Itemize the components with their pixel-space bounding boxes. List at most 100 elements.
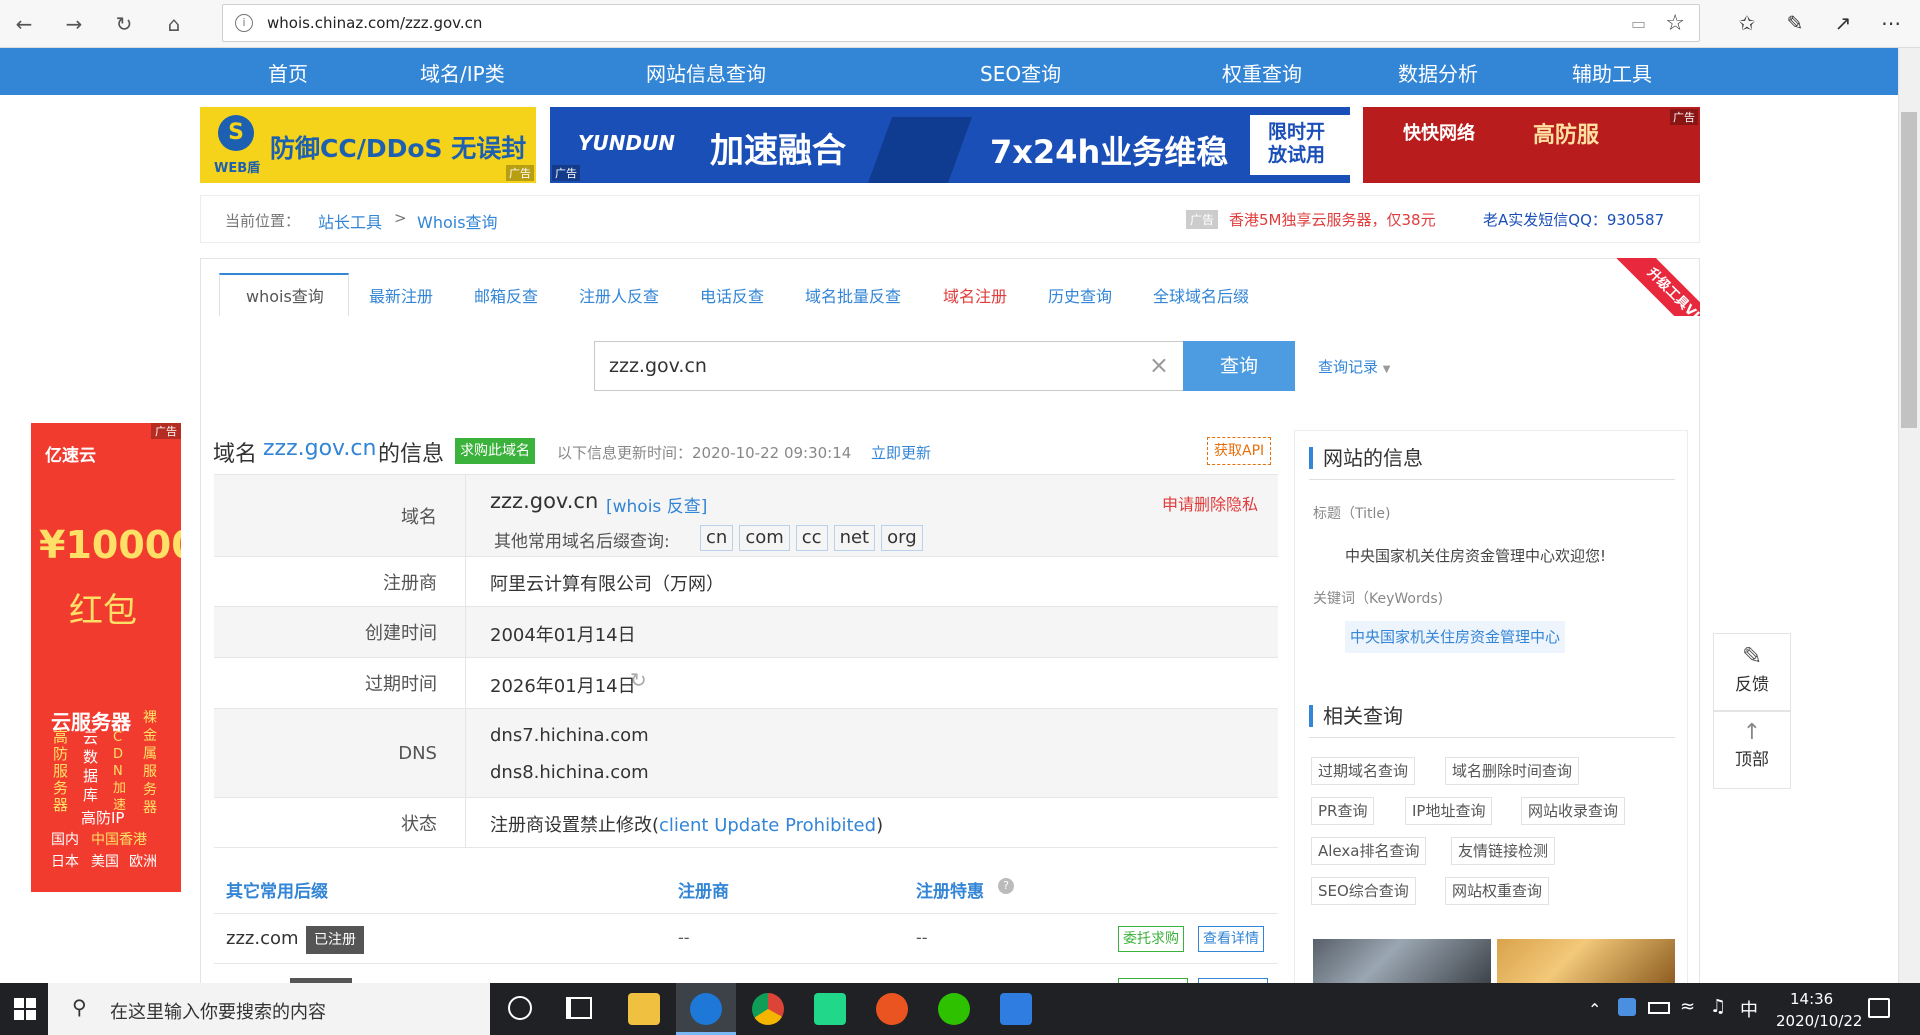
promo-image-office[interactable]	[1313, 939, 1491, 987]
tab-domain-register[interactable]: 域名注册	[943, 283, 1007, 307]
home-icon[interactable]: ⌂	[160, 10, 188, 38]
nav-domain-ip[interactable]: 域名/IP类	[420, 58, 505, 87]
refresh-icon[interactable]: ↻	[630, 668, 647, 692]
promo-image-food[interactable]	[1497, 939, 1675, 987]
refresh-icon[interactable]: ↻	[110, 10, 138, 38]
site-info-icon[interactable]: i	[235, 14, 253, 32]
scrollbar-thumb[interactable]	[1901, 112, 1917, 428]
ime-indicator[interactable]: 中	[1740, 996, 1758, 1022]
chrome-icon[interactable]	[752, 993, 784, 1025]
info-title-domain[interactable]: zzz.gov.cn	[263, 436, 376, 461]
suffix-org[interactable]: org	[881, 525, 923, 551]
share-icon[interactable]: ↗	[1828, 8, 1858, 38]
view-detail-button[interactable]: 查看详情	[1198, 926, 1264, 952]
file-explorer-icon[interactable]	[628, 993, 660, 1025]
taskbar-date[interactable]: 2020/10/22	[1776, 1012, 1862, 1030]
ad-yundun[interactable]: YUNDUN 加速融合 7x24h业务维稳 限时开放试用 广告	[550, 107, 1350, 183]
keyword-chip[interactable]: 中央国家机关住房资金管理中心	[1345, 621, 1566, 653]
tab-batch-reverse[interactable]: 域名批量反查	[805, 283, 901, 307]
nav-tools[interactable]: 辅助工具	[1572, 58, 1652, 87]
domain-search-input[interactable]: zzz.gov.cn ×	[594, 341, 1184, 391]
nav-data-analysis[interactable]: 数据分析	[1398, 58, 1478, 87]
breadcrumb-tools[interactable]: 站长工具	[318, 209, 382, 233]
tray-security-icon[interactable]	[1618, 998, 1636, 1016]
commission-buy-button[interactable]: 委托求购	[1118, 926, 1184, 952]
wechat-icon[interactable]	[938, 993, 970, 1025]
yisuyun-col-a: 高防服务器	[53, 728, 69, 814]
back-to-top-button[interactable]: ↑ 顶部	[1713, 711, 1791, 789]
notes-pen-icon[interactable]: ✎	[1780, 8, 1810, 38]
tab-latest-registered[interactable]: 最新注册	[369, 283, 433, 307]
back-icon[interactable]: ←	[10, 10, 38, 38]
favorites-list-icon[interactable]: ✩	[1732, 8, 1762, 38]
related-delete-time[interactable]: 域名删除时间查询	[1445, 757, 1580, 785]
windows-start-icon[interactable]	[14, 998, 36, 1020]
suffix-com[interactable]: com	[739, 525, 790, 551]
breadcrumb-whois[interactable]: Whois查询	[417, 209, 498, 233]
tab-history[interactable]: 历史查询	[1048, 283, 1112, 307]
tab-global-suffix[interactable]: 全球域名后缀	[1153, 283, 1249, 307]
breadcrumb-prefix: 当前位置：	[225, 212, 301, 230]
yundun-slogan-1: 加速融合	[710, 131, 846, 171]
related-friend-link[interactable]: 友情链接检测	[1451, 837, 1556, 865]
suffix-cn[interactable]: cn	[700, 525, 734, 551]
ubuntu-icon[interactable]	[876, 993, 908, 1025]
webdun-logo-icon: S	[218, 115, 254, 151]
task-view-icon[interactable]	[566, 997, 592, 1019]
taskbar-search[interactable]: ⚲ 在这里输入你要搜索的内容	[48, 983, 490, 1035]
related-weight[interactable]: 网站权重查询	[1445, 877, 1550, 905]
delete-privacy-link[interactable]: 申请删除隐私	[1162, 491, 1258, 515]
tab-email-reverse[interactable]: 邮箱反查	[474, 283, 538, 307]
status-link[interactable]: client Update Prohibited	[659, 815, 876, 836]
buy-domain-badge[interactable]: 求购此域名	[455, 438, 535, 464]
nav-home[interactable]: 首页	[268, 58, 308, 87]
search-button[interactable]: 查询	[1183, 341, 1295, 391]
tray-battery-icon[interactable]	[1648, 1002, 1670, 1014]
tab-whois[interactable]: whois查询	[246, 283, 324, 307]
whois-reverse-link[interactable]: [whois 反查]	[606, 492, 707, 517]
related-seo[interactable]: SEO综合查询	[1311, 877, 1416, 905]
taskbar-time[interactable]: 14:36	[1790, 990, 1833, 1008]
update-now-link[interactable]: 立即更新	[871, 442, 931, 463]
cortana-icon[interactable]	[508, 996, 532, 1020]
address-bar[interactable]: i whois.chinaz.com/zzz.gov.cn ▭ ☆	[222, 4, 1700, 42]
related-expired-domain[interactable]: 过期域名查询	[1311, 757, 1416, 785]
nav-seo[interactable]: SEO查询	[980, 58, 1061, 87]
tray-volume-icon[interactable]: ♫	[1710, 996, 1726, 1017]
related-pr[interactable]: PR查询	[1311, 797, 1375, 825]
favorite-star-icon[interactable]: ☆	[1665, 11, 1685, 36]
ad-kuaikuai[interactable]: 快快网络 高防服 广告	[1363, 107, 1700, 183]
yisuyun-region2: 中国香港	[91, 832, 147, 848]
site-info-panel: 网站的信息 标题（Title) 中央国家机关住房资金管理中心欢迎您! 关键词（K…	[1294, 430, 1688, 987]
notification-center-icon[interactable]	[1868, 998, 1890, 1018]
forward-icon[interactable]: →	[60, 10, 88, 38]
edge-icon[interactable]	[690, 993, 722, 1025]
suffix-net[interactable]: net	[833, 525, 876, 551]
ad-webdun[interactable]: S WEB盾 防御CC/DDoS 无误封 广告	[200, 107, 536, 183]
suffix-cc[interactable]: cc	[795, 525, 828, 551]
nav-weight[interactable]: 权重查询	[1222, 58, 1302, 87]
promo-sms[interactable]: 老A实发短信QQ：930587	[1483, 209, 1664, 230]
dns-1: dns7.hichina.com	[490, 725, 649, 746]
feedback-button[interactable]: ✎ 反馈	[1713, 633, 1791, 711]
more-icon[interactable]: ⋯	[1876, 8, 1906, 38]
clear-icon[interactable]: ×	[1149, 351, 1169, 379]
reading-view-icon[interactable]: ▭	[1631, 14, 1649, 33]
get-api-badge[interactable]: 获取API	[1207, 437, 1272, 465]
tab-phone-reverse[interactable]: 电话反查	[700, 283, 764, 307]
related-ip[interactable]: IP地址查询	[1405, 797, 1493, 825]
ad-yisuyun[interactable]: 亿速云 广告 ¥10000 红包 云服务器 高防服务器 云数据库 CDN加速 裸…	[31, 423, 181, 892]
tray-chevron-up-icon[interactable]: ⌃	[1588, 1000, 1601, 1019]
top-label: 顶部	[1735, 750, 1769, 770]
related-index[interactable]: 网站收录查询	[1521, 797, 1626, 825]
related-alexa[interactable]: Alexa排名查询	[1311, 837, 1427, 865]
wps-icon[interactable]	[1000, 993, 1032, 1025]
help-icon[interactable]: ?	[998, 878, 1014, 894]
webdun-title: 防御CC/DDoS 无误封	[270, 134, 527, 163]
pycharm-icon[interactable]	[814, 993, 846, 1025]
tab-registrant-reverse[interactable]: 注册人反查	[579, 283, 659, 307]
promo-hk-server[interactable]: 香港5M独享云服务器，仅38元	[1229, 209, 1436, 230]
nav-site-info[interactable]: 网站信息查询	[646, 58, 766, 87]
search-history-link[interactable]: 查询记录 ▼	[1318, 356, 1391, 377]
tray-wifi-icon[interactable]: ≈	[1680, 996, 1695, 1017]
